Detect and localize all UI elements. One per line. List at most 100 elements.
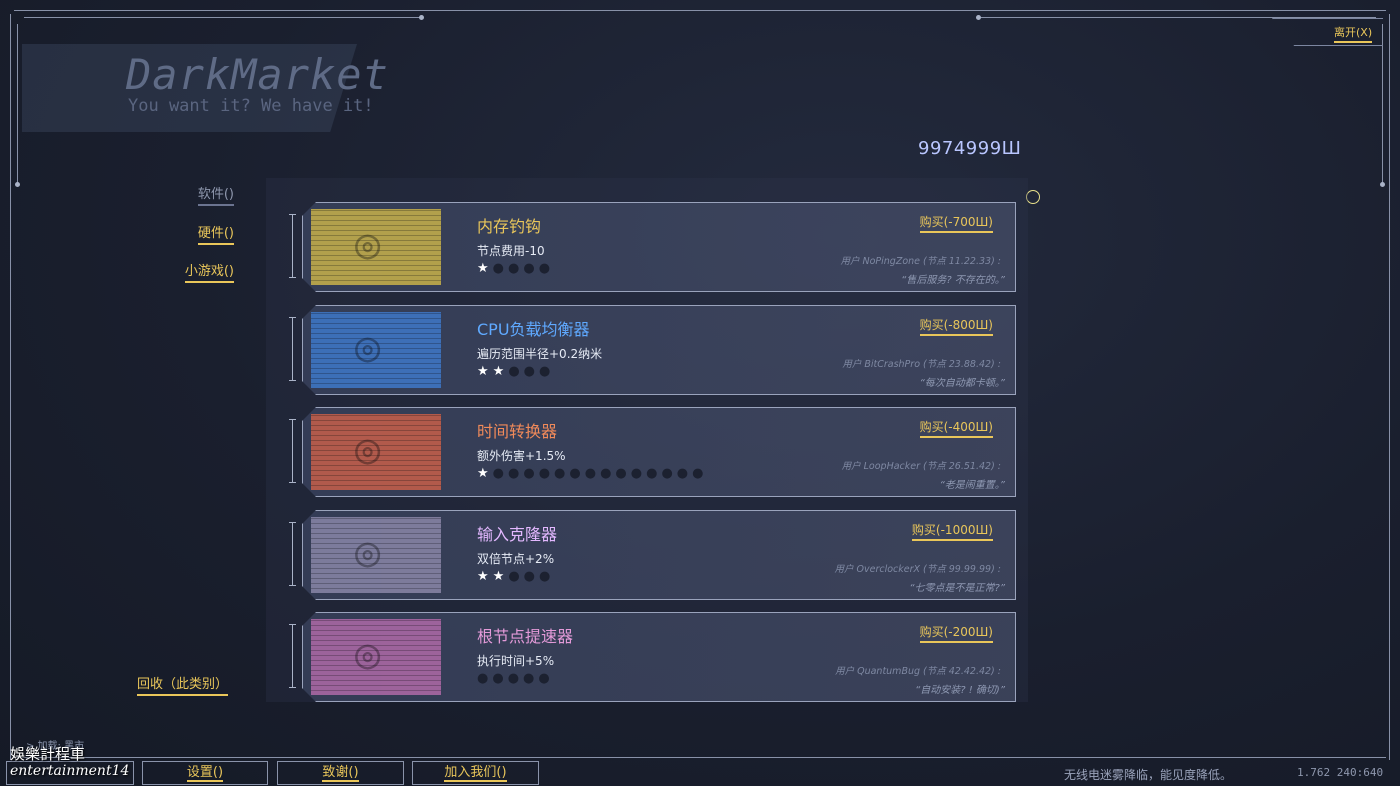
buy-button[interactable]: 购买(-1000Ш) bbox=[912, 521, 993, 541]
watermark-line-2: entertainment14 bbox=[10, 763, 130, 779]
item-rating: ●●●●● bbox=[477, 671, 554, 686]
item-rail-decoration bbox=[289, 317, 296, 381]
item-list-panel[interactable]: ◎ 内存钓钩 节点费用-10 ★●●●● 购买(-700Ш) 用户 NoPingZone … bbox=[266, 178, 1028, 702]
item-effect: 双倍节点+2% bbox=[477, 552, 555, 566]
item-glyph-icon: ◎ bbox=[355, 629, 381, 678]
star-empty-icon: ● bbox=[523, 569, 539, 584]
item-name: 输入克隆器 bbox=[477, 525, 558, 544]
item-effect: 遍历范围半径+0.2纳米 bbox=[477, 347, 603, 361]
shop-item[interactable]: ◎ 内存钓钩 节点费用-10 ★●●●● 购买(-700Ш) 用户 NoPingZone … bbox=[289, 202, 1016, 292]
item-card: ◎ 输入克隆器 双倍节点+2% ★★●●● 购买(-1000Ш) 用户 Overclock… bbox=[302, 510, 1016, 600]
frame-right-line bbox=[1389, 14, 1390, 760]
star-empty-icon: ● bbox=[507, 671, 524, 686]
item-glyph-icon: ◎ bbox=[355, 527, 381, 576]
shop-item[interactable]: ◎ 输入克隆器 双倍节点+2% ★★●●● 购买(-1000Ш) 用户 Overclock… bbox=[289, 510, 1016, 600]
item-rating: ★★●●● bbox=[477, 569, 554, 584]
item-name: CPU负载均衡器 bbox=[477, 320, 590, 339]
review-text: “老是闹重置。” bbox=[939, 480, 1005, 491]
review-author: 用户 OverclockerX (节点 99.99.99) : bbox=[834, 564, 1001, 575]
item-thumbnail-icon: ◎ bbox=[311, 414, 441, 490]
recycle-category-button[interactable]: 回收（此类别） bbox=[137, 673, 229, 696]
item-name: 时间转换器 bbox=[477, 422, 558, 441]
item-name: 根节点提速器 bbox=[477, 627, 574, 646]
buy-button[interactable]: 购买(-200Ш) bbox=[920, 623, 993, 643]
shop-item[interactable]: ◎ 根节点提速器 执行时间+5% ●●●●● 购买(-200Ш) 用户 QuantumBu… bbox=[289, 612, 1016, 702]
buy-button[interactable]: 购买(-800Ш) bbox=[920, 316, 993, 336]
star-filled-icon: ★ bbox=[477, 466, 493, 481]
star-empty-icon: ● bbox=[477, 671, 493, 686]
star-empty-icon: ● bbox=[615, 466, 631, 481]
star-empty-icon: ● bbox=[523, 364, 539, 379]
star-empty-icon: ● bbox=[508, 466, 524, 481]
frame-left-line bbox=[10, 14, 11, 760]
frame-right-line-inner bbox=[1382, 24, 1383, 184]
category-software-tab[interactable]: 软件() bbox=[197, 183, 234, 206]
frame-node bbox=[976, 15, 981, 20]
star-empty-icon: ● bbox=[539, 364, 555, 379]
item-thumbnail-icon: ◎ bbox=[311, 517, 441, 593]
star-empty-icon: ● bbox=[538, 466, 555, 481]
star-empty-icon: ● bbox=[492, 466, 508, 481]
review-author: 用户 NoPingZone (节点 11.22.33) : bbox=[840, 256, 1001, 267]
star-empty-icon: ● bbox=[554, 466, 570, 481]
star-empty-icon: ● bbox=[661, 466, 677, 481]
frame-top-line-inner bbox=[24, 17, 422, 18]
item-rail-decoration bbox=[289, 522, 296, 586]
star-empty-icon: ● bbox=[539, 569, 555, 584]
credits-button[interactable]: 致谢() bbox=[277, 761, 404, 785]
item-card: ◎ 内存钓钩 节点费用-10 ★●●●● 购买(-700Ш) 用户 NoPingZone … bbox=[302, 202, 1016, 292]
item-effect: 节点费用-10 bbox=[477, 244, 545, 258]
star-empty-icon: ● bbox=[492, 261, 508, 276]
shop-item[interactable]: ◎ 时间转换器额外伤害+1.5% ★●●●●●●●●●●●●●● 购买(-400Ш) 用… bbox=[289, 407, 1014, 495]
star-empty-icon: ● bbox=[508, 364, 524, 379]
status-notice: 无线电迷雾降临，能见度降低。 bbox=[1064, 768, 1233, 782]
item-card: ◎ 根节点提速器 执行时间+5% ●●●●● 购买(-200Ш) 用户 QuantumBu… bbox=[302, 612, 1016, 702]
frame-node bbox=[419, 15, 424, 20]
item-rating: ★●●●● bbox=[477, 261, 554, 276]
star-empty-icon: ● bbox=[600, 466, 616, 481]
star-empty-icon: ● bbox=[538, 671, 554, 686]
frame-node bbox=[15, 182, 20, 187]
star-filled-icon: ★ bbox=[492, 364, 509, 379]
item-rail-decoration bbox=[289, 624, 296, 688]
star-empty-icon: ● bbox=[676, 466, 693, 481]
star-empty-icon: ● bbox=[523, 466, 539, 481]
star-filled-icon: ★ bbox=[477, 364, 493, 379]
star-empty-icon: ● bbox=[584, 466, 601, 481]
item-thumbnail-icon: ◎ bbox=[311, 209, 441, 285]
review-text: “每次自动都卡顿。” bbox=[919, 378, 1005, 389]
frame-top-line bbox=[14, 10, 1386, 11]
exit-button[interactable]: 离开(X) bbox=[1334, 24, 1373, 43]
category-hardware-tab[interactable]: 硬件() bbox=[197, 222, 234, 245]
item-thumbnail-icon: ◎ bbox=[311, 312, 441, 388]
review-text: “自动安装? ! 确切)” bbox=[915, 685, 1005, 696]
review-text: “七零点是不是正常?” bbox=[909, 583, 1005, 594]
item-glyph-icon: ◎ bbox=[355, 322, 381, 371]
star-empty-icon: ● bbox=[523, 261, 539, 276]
buy-button[interactable]: 购买(-700Ш) bbox=[920, 213, 993, 233]
item-effect: 额外伤害+1.5% bbox=[477, 449, 566, 463]
star-empty-icon: ● bbox=[492, 671, 508, 686]
frame-top-line-inner-right bbox=[978, 17, 1376, 18]
watermark-logo: 娛樂計程車 entertainment14 bbox=[10, 746, 129, 780]
settings-button-label: 设置() bbox=[186, 765, 224, 782]
review-text: “售后服务? 不存在的。” bbox=[901, 275, 1005, 286]
cursor-ring-icon bbox=[1026, 190, 1040, 204]
item-rating: ★●●●●●●●●●●●●●● bbox=[477, 466, 707, 481]
brand-subtitle: You want it? We have it! bbox=[128, 96, 374, 116]
category-minigames-tab[interactable]: 小游戏() bbox=[184, 260, 234, 283]
watermark-line-1: 娛樂計程車 bbox=[10, 745, 86, 763]
frame-left-line-inner bbox=[17, 24, 18, 184]
credits-button-label: 致谢() bbox=[322, 765, 359, 782]
version-text: 1.762 240:640 bbox=[1297, 766, 1384, 779]
frame-node bbox=[1380, 182, 1385, 187]
buy-button[interactable]: 购买(-400Ш) bbox=[920, 418, 993, 438]
star-filled-icon: ★ bbox=[477, 569, 493, 584]
shop-item[interactable]: ◎ CPU负载均衡器 遍历范围半径+0.2纳米 ★★●●● 购买(-800Ш) 用户 Bi… bbox=[289, 305, 1014, 393]
settings-button[interactable]: 设置() bbox=[142, 761, 268, 785]
review-author: 用户 LoopHacker (节点 26.51.42) : bbox=[841, 461, 1001, 472]
join-us-button-label: 加入我们() bbox=[444, 765, 507, 782]
star-empty-icon: ● bbox=[508, 569, 524, 584]
join-us-button[interactable]: 加入我们() bbox=[412, 761, 539, 785]
star-empty-icon: ● bbox=[523, 671, 539, 686]
